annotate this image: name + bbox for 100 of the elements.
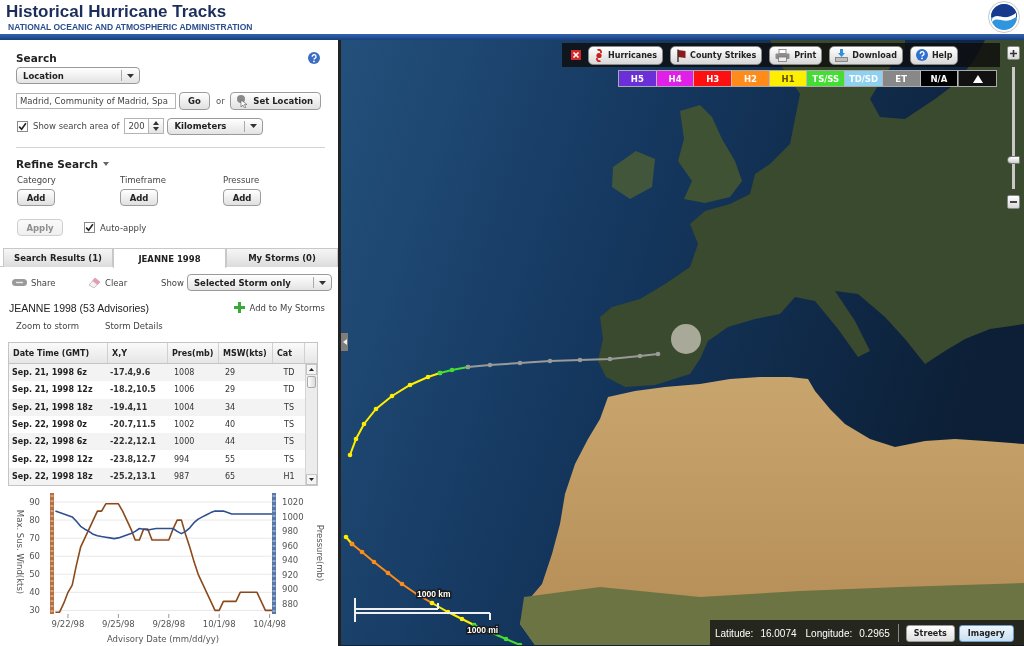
add-filter-button[interactable]: Add [223,189,261,206]
go-button[interactable]: Go [179,92,210,110]
zoom-slider-thumb[interactable] [1006,155,1020,164]
add-filter-button[interactable]: Add [120,189,158,206]
axis-tick-label: 70 [29,533,40,544]
scroll-up-button[interactable] [306,364,317,375]
column-header[interactable]: Pres(mb) [168,343,219,363]
table-cell-text: -22.2,12.1 [109,436,157,449]
table-cell-text: Sep. 22, 1998 0z [11,419,88,432]
set-location-button[interactable]: Set Location [229,92,321,110]
scroll-thumb[interactable] [307,376,316,388]
table-cell-text: 1000 [173,436,196,449]
legend-item[interactable]: H4 [656,71,695,86]
unit-dropdown[interactable]: Kilometers [167,117,264,135]
legend-item[interactable]: N/A [920,71,959,86]
share-button[interactable]: Share [12,277,56,288]
storm-filter-dropdown[interactable]: Selected Storm only [187,274,332,291]
legend-item[interactable]: H5 [619,71,657,86]
axis-tick-label: 30 [29,605,40,616]
axis-tick-label: 1020 [282,497,304,508]
storm-track[interactable] [343,351,661,645]
tab[interactable]: JEANNE 1998 [113,248,226,268]
table-cell-text: -18.2,10.5 [109,384,157,397]
checkbox-label: Show search area of [33,121,120,131]
table-cell-text: 55 [224,453,237,466]
spin-up-icon [153,121,160,125]
axis-tick-label: 920 [282,569,299,580]
caret-icon[interactable] [102,161,109,166]
print-button[interactable]: Print [769,45,823,65]
basemap-toggle[interactable]: Streets [905,624,955,642]
axis-tick-label: 10/4/98 [253,619,286,630]
longitude-value: 0.2965 [859,627,890,639]
flag-icon [676,48,687,62]
left-arrow-icon [342,339,347,345]
plus-icon [1009,49,1017,57]
column-header[interactable]: Date Time (GMT) [9,343,108,363]
add-to-my-storms-button[interactable]: Add to My Storms [233,302,325,313]
download-button[interactable]: Download [829,45,903,65]
tab[interactable]: Search Results (1) [3,248,113,267]
table-cell-text: TS [283,419,295,432]
table-cell-text: Sep. 22, 1998 18z [11,470,94,483]
table-cell-text: -19.4,11 [109,401,149,414]
filter-label: Timeframe [120,175,166,187]
legend-item[interactable]: H1 [769,71,808,86]
checkbox[interactable] [17,120,28,132]
minus-icon [1009,201,1017,203]
table-cell-text: H1 [282,470,296,483]
filter-label: Category [17,175,56,187]
axis-title: Pressure(mb) [315,524,325,582]
latitude-label: Latitude: [715,627,754,639]
refine-heading[interactable]: Refine Search [16,157,98,170]
help-icon[interactable] [308,51,320,64]
basemap-toggle[interactable]: Imagery [958,624,1014,642]
axis-tick-label: 9/22/98 [51,619,85,630]
table-cell-text: Sep. 22, 1998 6z [11,436,88,449]
axis-tick-label: 90 [29,497,40,508]
caret-icon [250,124,258,128]
search-type-dropdown[interactable]: Location [16,67,140,84]
scale-label: 1000 mi [467,625,499,635]
axis-tick-label: 900 [282,584,299,595]
help-button[interactable]: Help [909,45,959,65]
axis-tick-label: 40 [29,587,40,598]
column-header[interactable]: Cat [273,343,305,363]
scroll-up-icon [309,368,314,371]
table-cell-text: 1008 [173,367,196,380]
tab[interactable]: My Storms (0) [226,248,338,267]
legend-item[interactable]: H3 [694,71,733,86]
satellite-map-drawing[interactable] [341,40,1024,645]
pointer-hand-icon [237,94,248,108]
caret-icon [319,280,326,285]
latitude-value: 16.0074 [760,627,797,639]
storm-details-link[interactable]: Storm Details [105,320,163,331]
axis-tick-label: 80 [29,515,40,526]
column-header[interactable]: X,Y [108,343,168,363]
close-icon[interactable] [571,50,581,60]
column-header[interactable]: MSW(kts) [219,343,273,363]
location-input[interactable]: Madrid, Community of Madrid, Spa [16,93,176,109]
triangle-up-icon [972,74,983,83]
table-cell-text: 994 [173,453,191,466]
radius-spinner[interactable] [149,118,165,134]
hurricanes-button[interactable]: Hurricanes [588,45,664,65]
add-filter-button[interactable]: Add [17,189,55,206]
zoom-to-storm-link[interactable]: Zoom to storm [16,320,80,331]
scroll-down-button[interactable] [306,474,317,486]
table-cell-text: -23.8,12.7 [109,453,157,466]
hurricane-symbol-icon [594,48,604,62]
scrollbar-track[interactable] [305,364,317,486]
radius-input[interactable]: 200 [124,118,150,134]
checkbox[interactable] [84,222,95,233]
clear-button[interactable]: Clear [88,276,128,289]
panel-collapse-handle[interactable] [341,333,348,351]
axis-tick-label: 980 [282,526,299,537]
axis-tick-label: 1000 [282,512,304,522]
table-cell-text: -20.7,11.5 [109,419,157,432]
agency-subtitle: NATIONAL OCEANIC AND ATMOSPHERIC ADMINISTRATION [8,22,253,32]
legend-item[interactable]: ET [882,71,921,86]
checkbox-label: Auto-apply [100,222,147,233]
axis-tick-label: 960 [282,540,299,551]
county-strikes-button[interactable]: County Strikes [670,45,763,65]
table-cell-text: Sep. 21, 1998 6z [11,367,88,380]
